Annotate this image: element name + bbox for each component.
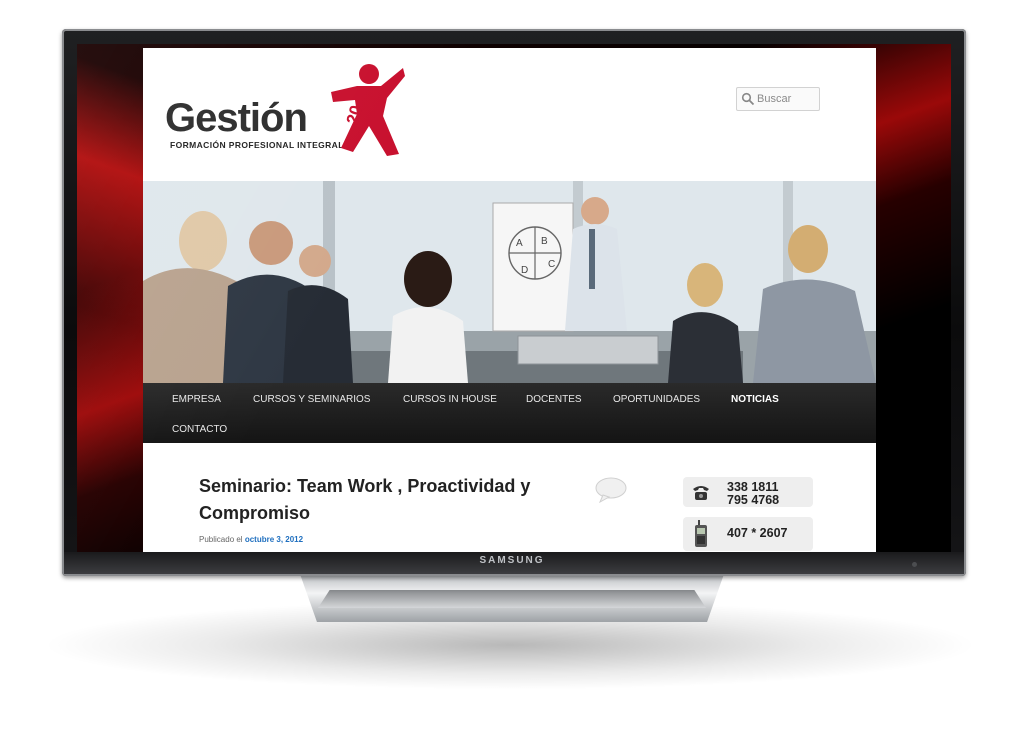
contact-landline: 338 1811 795 4768	[683, 477, 813, 507]
nav-item-noticias[interactable]: NOTICIAS	[731, 394, 779, 405]
search-box[interactable]	[736, 87, 820, 111]
contact-mobile: 407 * 2607	[683, 517, 813, 551]
nav-item-contacto[interactable]: CONTACTO	[172, 424, 227, 435]
logo-tagline: FORMACIÓN PROFESIONAL INTEGRAL	[170, 140, 344, 150]
flipchart-label-b: B	[541, 236, 548, 247]
monitor-brand-label: SAMSUNG	[479, 555, 545, 566]
nav-item-docentes[interactable]: DOCENTES	[526, 394, 582, 405]
post-date-link[interactable]: octubre 3, 2012	[245, 535, 303, 544]
site-header: Gestión FORMACIÓN PROFESIONAL INTEGRAL 2…	[143, 48, 876, 166]
main-content: Seminario: Team Work , Proactividad y Co…	[143, 443, 876, 552]
meeting-photo: A B C D	[143, 181, 876, 383]
nav-item-oportunidades[interactable]: OPORTUNIDADES	[613, 394, 700, 405]
website: Gestión FORMACIÓN PROFESIONAL INTEGRAL 2…	[143, 48, 876, 552]
main-navigation: EMPRESA CURSOS Y SEMINARIOS CURSOS IN HO…	[143, 383, 876, 443]
post-meta: Publicado el octubre 3, 2012	[199, 535, 303, 544]
mobile-phone-icon	[695, 520, 707, 547]
nav-item-empresa[interactable]: EMPRESA	[172, 394, 221, 405]
search-icon	[741, 92, 755, 106]
monitor-screen: Gestión FORMACIÓN PROFESIONAL INTEGRAL 2…	[77, 44, 951, 552]
search-input[interactable]	[757, 90, 815, 107]
mobile-number: 407 * 2607	[727, 526, 788, 540]
logo-name[interactable]: Gestión	[165, 96, 308, 141]
phone-number-2: 795 4768	[727, 493, 780, 507]
comment-bubble-icon[interactable]	[594, 477, 628, 503]
logo-figure-icon[interactable]: 20	[327, 62, 407, 158]
flipchart-label-a: A	[516, 238, 523, 249]
nav-item-cursos-in-house[interactable]: CURSOS IN HOUSE	[403, 394, 497, 405]
flipchart-label-c: C	[548, 259, 555, 270]
power-led	[912, 562, 917, 567]
flipchart-label-d: D	[521, 265, 528, 276]
post-meta-prefix: Publicado el	[199, 535, 243, 544]
telephone-icon	[693, 486, 709, 500]
hero-banner-image: A B C D	[143, 181, 876, 383]
nav-item-cursos-y-seminarios[interactable]: CURSOS Y SEMINARIOS	[253, 394, 370, 405]
monitor-stand-base	[318, 590, 706, 608]
post-title[interactable]: Seminario: Team Work , Proactividad y Co…	[199, 473, 579, 527]
